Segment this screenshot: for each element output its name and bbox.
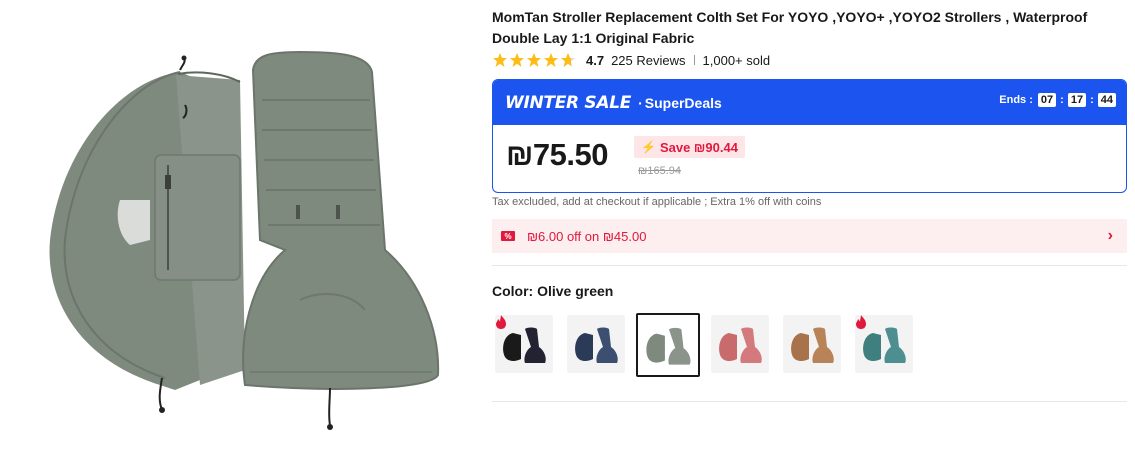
sold-count: 1,000+ sold — [702, 52, 771, 68]
section-divider — [492, 265, 1127, 266]
star-full-icon — [510, 53, 524, 67]
product-title: MomTan Stroller Replacement Colth Set Fo… — [492, 9, 1088, 46]
current-price: ₪75.50 — [506, 137, 608, 172]
flame-icon — [856, 315, 866, 329]
swatch-thumbnail — [791, 327, 834, 363]
lightning-icon: ⚡ — [641, 140, 656, 154]
rating-score: 4.7 — [586, 52, 605, 68]
timer-label: Ends : — [999, 94, 1033, 106]
countdown-timer: Ends : 07 : 17 : 44 — [999, 93, 1116, 107]
star-half-icon — [561, 53, 575, 67]
swatch-pink[interactable] — [711, 315, 769, 373]
sale-subtitle: · SuperDeals — [638, 94, 722, 111]
timer-separator: : — [1060, 94, 1064, 106]
timer-hours: 07 — [1037, 93, 1057, 107]
sale-title: WINTER SALE — [505, 92, 632, 113]
rating-row[interactable]: 4.7 225 Reviews 1,000+ sold — [492, 51, 770, 69]
star-full-icon — [493, 53, 507, 67]
star-full-icon — [544, 53, 558, 67]
color-label: Color: Olive green — [492, 283, 614, 299]
sale-banner: WINTER SALE · SuperDeals Ends : 07 : 17 :… — [493, 80, 1126, 125]
coupon-banner[interactable]: % ₪6.00 off on ₪45.00 › — [492, 219, 1127, 253]
swatch-olive-green[interactable] — [636, 313, 700, 377]
product-image[interactable] — [0, 0, 472, 468]
swatch-black[interactable] — [495, 315, 553, 373]
price-row: ₪75.50 ⚡ Save ₪90.44 ₪165.94 — [493, 125, 1126, 192]
chevron-right-icon[interactable]: › — [1108, 227, 1113, 245]
coupon-icon: % — [501, 231, 515, 241]
swatch-caramel[interactable] — [783, 315, 841, 373]
star-rating — [492, 52, 576, 68]
timer-minutes: 17 — [1067, 93, 1087, 107]
save-amount: Save ₪90.44 — [659, 139, 738, 155]
swatch-navy[interactable] — [567, 315, 625, 373]
swatch-thumbnail — [575, 327, 618, 363]
swatch-thumbnail — [646, 327, 691, 365]
reviews-link[interactable]: 225 Reviews — [611, 53, 685, 68]
star-full-icon — [527, 53, 541, 67]
superdeals-price-box: WINTER SALE · SuperDeals Ends : 07 : 17 :… — [492, 79, 1127, 193]
timer-separator: : — [1090, 94, 1094, 106]
original-price: ₪165.94 — [638, 165, 681, 177]
swatch-teal[interactable] — [855, 315, 913, 373]
coupon-text: ₪6.00 off on ₪45.00 — [527, 228, 647, 244]
save-badge: ⚡ Save ₪90.44 — [634, 136, 745, 158]
color-swatches — [495, 313, 913, 377]
timer-seconds: 44 — [1097, 93, 1116, 107]
tax-note: Tax excluded, add at checkout if applica… — [492, 196, 822, 208]
section-divider — [492, 401, 1127, 402]
flame-icon — [496, 315, 506, 329]
divider — [693, 55, 695, 65]
swatch-thumbnail — [719, 327, 762, 363]
stroller-fabric-image — [49, 50, 440, 430]
